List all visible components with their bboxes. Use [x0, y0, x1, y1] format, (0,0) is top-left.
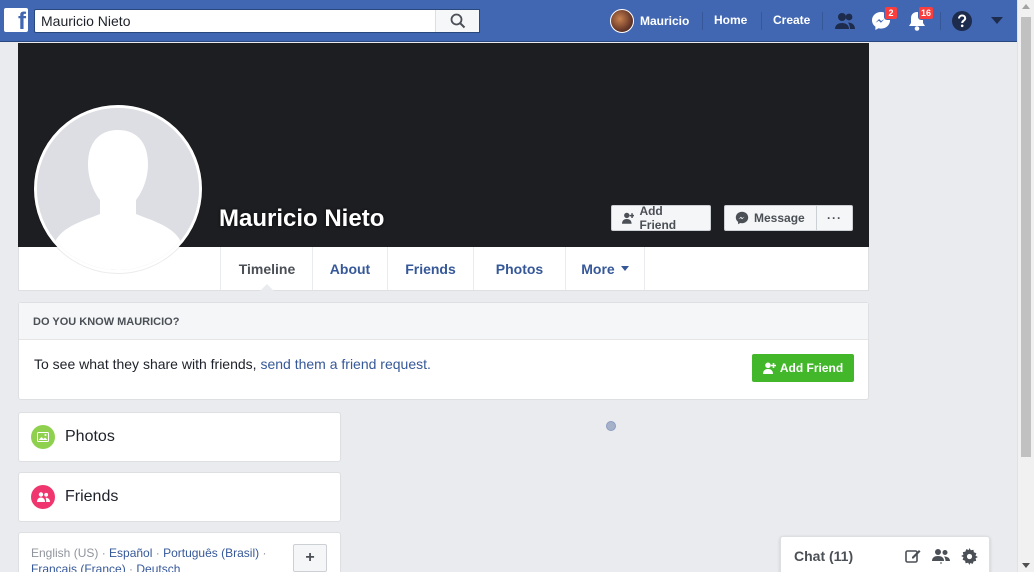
photos-icon: [31, 425, 55, 449]
chat-settings-gear-icon[interactable]: [960, 547, 978, 565]
chevron-down-icon: [620, 266, 629, 271]
new-message-icon[interactable]: [904, 547, 922, 565]
search-icon: [450, 13, 465, 29]
more-options-button[interactable]: ···: [816, 205, 853, 231]
separator: ·: [152, 546, 164, 560]
nav-divider: [702, 12, 703, 30]
notifications-badge: 16: [917, 6, 934, 20]
friend-suggestion-box: DO YOU KNOW MAURICIO? To see what they s…: [18, 302, 869, 400]
language-portugues-link[interactable]: Português (Brasil): [163, 546, 259, 560]
profile-name[interactable]: Mauricio Nieto: [219, 205, 384, 233]
separator: ·: [125, 562, 137, 572]
profile-picture[interactable]: [34, 105, 202, 273]
photos-card-title: Photos: [65, 428, 115, 445]
separator: ·: [98, 546, 110, 560]
friends-card-title: Friends: [65, 488, 119, 505]
help-icon[interactable]: [951, 10, 973, 32]
top-navigation-bar: f Mauricio Home Create 2 16: [0, 0, 1017, 42]
scroll-up-arrow-icon[interactable]: [1022, 4, 1030, 9]
tab-photos[interactable]: Photos: [473, 247, 565, 290]
friends-card[interactable]: Friends: [18, 472, 341, 522]
more-dots-icon: ···: [827, 211, 842, 225]
loading-indicator: [606, 421, 616, 431]
friend-requests-icon[interactable]: [834, 10, 856, 32]
nav-divider: [761, 12, 762, 30]
search-button[interactable]: [435, 10, 479, 32]
scroll-thumb[interactable]: [1021, 17, 1031, 457]
messenger-small-icon: [735, 211, 749, 225]
messages-badge: 2: [884, 6, 898, 20]
nav-divider: [822, 12, 823, 30]
add-friend-icon: [622, 212, 635, 224]
notifications-icon[interactable]: 16: [906, 6, 934, 32]
scroll-down-arrow-icon[interactable]: [1022, 563, 1030, 568]
active-tab-caret-icon: [260, 284, 274, 291]
profile-link[interactable]: Mauricio: [610, 9, 689, 33]
message-button[interactable]: Message: [724, 205, 817, 231]
friend-suggestion-text: To see what they share with friends, sen…: [34, 356, 431, 372]
chat-sidebar-tab[interactable]: Chat (11): [780, 536, 990, 572]
friend-suggestion-heading: DO YOU KNOW MAURICIO?: [19, 303, 868, 340]
tab-label: Friends: [405, 260, 456, 277]
add-friend-icon: [762, 362, 776, 374]
facebook-logo-icon[interactable]: f: [4, 8, 28, 32]
tab-label: Photos: [495, 260, 544, 277]
language-selector: English (US) · Español · Português (Bras…: [18, 532, 341, 572]
home-link[interactable]: Home: [714, 13, 747, 27]
avatar: [610, 9, 634, 33]
language-deutsch-link[interactable]: Deutsch: [136, 562, 180, 572]
send-friend-request-link[interactable]: send them a friend request.: [260, 356, 430, 372]
tab-more[interactable]: More: [565, 247, 645, 290]
nav-divider: [940, 12, 941, 30]
photos-card[interactable]: Photos: [18, 412, 341, 462]
tab-timeline[interactable]: Timeline: [220, 247, 313, 291]
more-languages-button[interactable]: +: [293, 544, 327, 572]
separator: ·: [259, 546, 267, 560]
friends-icon: [31, 485, 55, 509]
profile-link-name: Mauricio: [640, 14, 690, 28]
create-link[interactable]: Create: [773, 13, 810, 27]
account-menu-caret-icon[interactable]: [986, 10, 1008, 32]
tab-about[interactable]: About: [312, 247, 387, 290]
tab-label: About: [329, 260, 371, 277]
current-language: English (US): [31, 546, 99, 560]
message-label: Message: [754, 211, 805, 225]
search-box: [34, 9, 480, 33]
page-scrollbar[interactable]: [1017, 0, 1034, 572]
search-input[interactable]: [35, 10, 435, 32]
add-friend-green-button[interactable]: Add Friend: [752, 354, 854, 382]
tab-label: Timeline: [238, 260, 296, 277]
add-friend-green-label: Add Friend: [779, 361, 844, 375]
language-espanol-link[interactable]: Español: [109, 546, 152, 560]
add-friend-label: Add Friend: [639, 204, 677, 232]
add-friend-button[interactable]: Add Friend: [611, 204, 711, 232]
language-francais-link[interactable]: Français (France): [31, 562, 126, 572]
suggestion-text: To see what they share with friends,: [34, 356, 261, 372]
chat-title: Chat (11): [794, 548, 854, 564]
tab-label: More: [581, 260, 615, 277]
messenger-icon[interactable]: 2: [870, 6, 898, 32]
create-group-icon[interactable]: [932, 547, 950, 565]
tab-friends[interactable]: Friends: [387, 247, 473, 290]
default-avatar-silhouette-icon: [37, 108, 199, 270]
